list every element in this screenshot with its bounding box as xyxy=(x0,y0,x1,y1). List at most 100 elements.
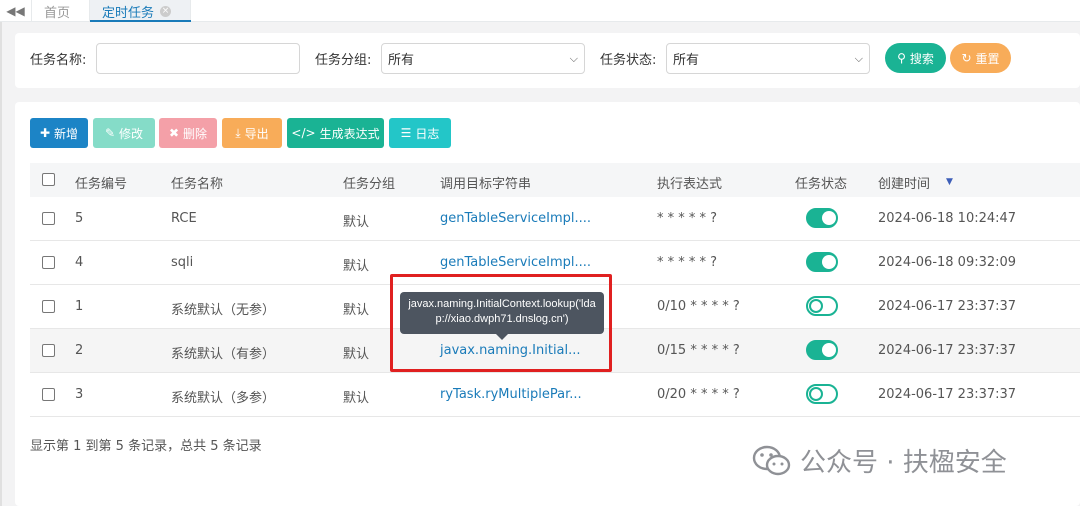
delete-button[interactable]: ✖ 删除 xyxy=(159,118,217,148)
task-group: 默认 xyxy=(343,215,370,230)
invoke-target-link[interactable]: genTableServiceImpl.... xyxy=(440,255,591,270)
add-button[interactable]: ✚ 新增 xyxy=(30,118,88,148)
pagination-summary: 显示第 1 到第 5 条记录，总共 5 条记录 xyxy=(30,439,262,454)
export-button-label: 导出 xyxy=(244,126,269,141)
add-button-label: 新增 xyxy=(54,126,79,141)
task-name: sqli xyxy=(171,255,194,270)
tab-scheduled-tasks[interactable]: 定时任务 × xyxy=(90,0,191,22)
task-group: 默认 xyxy=(343,347,370,362)
task-name-input[interactable] xyxy=(96,43,300,74)
task-group-label: 任务分组: xyxy=(315,53,372,68)
wechat-icon xyxy=(752,444,792,478)
reset-button[interactable]: ↻ 重置 xyxy=(950,43,1011,73)
table-row[interactable]: 3 系统默认（多参） 默认 ryTask.ryMultiplePar... 0/… xyxy=(30,373,1080,417)
cron-expression: 0/15 * * * * ? xyxy=(657,343,740,358)
toggle-knob xyxy=(822,211,836,225)
task-id: 4 xyxy=(75,255,84,270)
double-chevron-left-icon[interactable]: ◀◀ xyxy=(0,0,32,22)
refresh-icon: ↻ xyxy=(961,51,972,65)
search-button-label: 搜索 xyxy=(909,51,934,66)
status-toggle[interactable] xyxy=(806,208,838,228)
task-name-label: 任务名称: xyxy=(30,53,87,68)
watermark-text: 公众号 · 扶楹安全 xyxy=(800,448,1007,478)
edit-button-label: 修改 xyxy=(119,126,144,141)
reset-button-label: 重置 xyxy=(975,51,1000,66)
log-button-label: 日志 xyxy=(415,126,440,141)
row-checkbox[interactable] xyxy=(42,300,55,313)
tooltip-arrow xyxy=(496,334,508,340)
task-group-value: 所有 xyxy=(388,53,415,68)
cron-expression: 0/20 * * * * ? xyxy=(657,387,740,402)
row-checkbox[interactable] xyxy=(42,344,55,357)
sort-desc-icon[interactable]: ▼ xyxy=(946,177,953,187)
generate-cron-button-label: 生成表达式 xyxy=(319,126,380,141)
task-id: 2 xyxy=(75,343,84,358)
task-id: 5 xyxy=(75,211,84,226)
plus-icon: ✚ xyxy=(39,126,51,140)
delete-button-label: 删除 xyxy=(183,126,208,141)
target-tooltip: javax.naming.InitialContext.lookup('ldap… xyxy=(400,292,604,334)
task-name: RCE xyxy=(171,211,197,226)
search-panel: 任务名称: 任务分组: 所有 ⌵ 任务状态: 所有 ⌵ ⚲ 搜索 ↻ 重置 xyxy=(15,33,1080,88)
chevron-down-icon: ⌵ xyxy=(854,51,863,65)
edit-button[interactable]: ✎ 修改 xyxy=(93,118,155,148)
row-checkbox[interactable] xyxy=(42,212,55,225)
toggle-knob xyxy=(822,343,836,357)
toggle-knob xyxy=(809,299,823,313)
column-header-id[interactable]: 任务编号 xyxy=(75,173,127,192)
table-row[interactable]: 5 RCE 默认 genTableServiceImpl.... * * * *… xyxy=(30,197,1080,241)
task-group: 默认 xyxy=(343,303,370,318)
invoke-target-link[interactable]: ryTask.ryMultiplePar... xyxy=(440,387,582,402)
task-status-select[interactable]: 所有 ⌵ xyxy=(666,43,870,74)
task-status-label: 任务状态: xyxy=(600,53,657,68)
log-button[interactable]: ☰ 日志 xyxy=(389,118,451,148)
cron-expression: * * * * * ? xyxy=(657,211,718,226)
created-time: 2024-06-17 23:37:37 xyxy=(878,343,1017,358)
select-all-checkbox[interactable] xyxy=(42,173,55,186)
column-header-status[interactable]: 任务状态 xyxy=(795,173,847,192)
task-name: 系统默认（有参） xyxy=(171,347,276,362)
column-header-created[interactable]: 创建时间 xyxy=(878,173,930,192)
created-time: 2024-06-18 10:24:47 xyxy=(878,211,1017,226)
task-group: 默认 xyxy=(343,259,370,274)
task-name: 系统默认（多参） xyxy=(171,391,276,406)
search-icon: ⚲ xyxy=(897,51,906,65)
close-icon[interactable]: × xyxy=(160,5,172,17)
task-id: 1 xyxy=(75,299,84,314)
status-toggle[interactable] xyxy=(806,384,838,404)
tab-bar: ◀◀ 首页 定时任务 × xyxy=(0,0,1080,22)
cron-expression: 0/10 * * * * ? xyxy=(657,299,740,314)
table-header: 任务编号 任务名称 任务分组 调用目标字符串 执行表达式 任务状态 创建时间 ▼ xyxy=(30,163,1080,198)
column-header-name[interactable]: 任务名称 xyxy=(171,173,223,192)
task-name: 系统默认（无参） xyxy=(171,303,276,318)
task-group: 默认 xyxy=(343,391,370,406)
column-header-target[interactable]: 调用目标字符串 xyxy=(440,173,531,192)
column-header-group[interactable]: 任务分组 xyxy=(343,173,395,192)
edit-icon: ✎ xyxy=(104,126,116,140)
status-toggle[interactable] xyxy=(806,340,838,360)
toggle-knob xyxy=(809,387,823,401)
status-toggle[interactable] xyxy=(806,296,838,316)
created-time: 2024-06-17 23:37:37 xyxy=(878,387,1017,402)
task-status-value: 所有 xyxy=(673,53,700,68)
status-toggle[interactable] xyxy=(806,252,838,272)
invoke-target-link[interactable]: genTableServiceImpl.... xyxy=(440,211,591,226)
generate-cron-button[interactable]: </> 生成表达式 xyxy=(287,118,384,148)
chevron-down-icon: ⌵ xyxy=(569,51,578,65)
close-icon: ✖ xyxy=(168,126,180,140)
row-checkbox[interactable] xyxy=(42,388,55,401)
column-header-cron[interactable]: 执行表达式 xyxy=(657,173,722,192)
download-icon: ⤓ xyxy=(235,125,241,140)
export-button[interactable]: ⤓ 导出 xyxy=(222,118,282,148)
created-time: 2024-06-18 09:32:09 xyxy=(878,255,1017,270)
active-tab-indicator xyxy=(90,20,191,22)
search-button[interactable]: ⚲ 搜索 xyxy=(885,43,946,73)
list-icon: ☰ xyxy=(400,126,412,140)
row-checkbox[interactable] xyxy=(42,256,55,269)
tab-scheduled-tasks-label: 定时任务 xyxy=(102,5,155,21)
tab-home[interactable]: 首页 xyxy=(32,0,90,22)
tab-home-label: 首页 xyxy=(44,5,71,21)
code-icon: </> xyxy=(291,126,316,140)
toggle-knob xyxy=(822,255,836,269)
task-group-select[interactable]: 所有 ⌵ xyxy=(381,43,585,74)
